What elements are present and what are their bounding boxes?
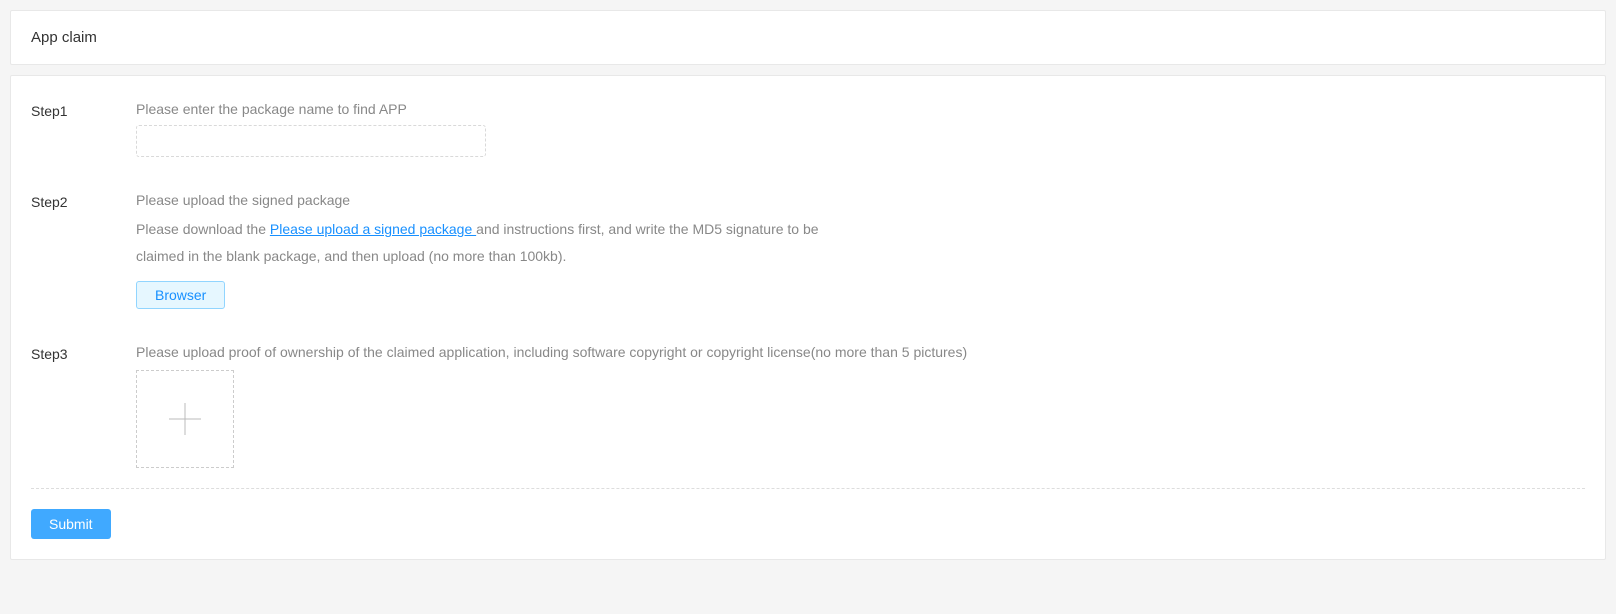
plus-icon [169,403,201,435]
page-title: App claim [31,29,1585,46]
step3-instruction: Please upload proof of ownership of the … [136,344,1585,360]
step2-instruction: Please upload the signed package [136,192,1585,208]
page-header-panel: App claim [10,10,1606,65]
upload-image-box[interactable] [136,370,234,468]
package-name-input[interactable] [136,125,486,157]
step3-label: Step3 [31,344,136,468]
step2-label: Step2 [31,192,136,309]
step3-row: Step3 Please upload proof of ownership o… [31,344,1585,468]
form-panel: Step1 Please enter the package name to f… [10,75,1606,560]
submit-button[interactable]: Submit [31,509,111,539]
step1-label: Step1 [31,101,136,157]
step1-instruction: Please enter the package name to find AP… [136,101,1585,117]
step1-row: Step1 Please enter the package name to f… [31,101,1585,157]
step2-desc-prefix: Please download the [136,221,270,237]
divider [31,488,1585,489]
step2-row: Step2 Please upload the signed package P… [31,192,1585,309]
signed-package-download-link[interactable]: Please upload a signed package [270,221,476,237]
step2-description: Please download the Please upload a sign… [136,216,826,269]
browser-button[interactable]: Browser [136,281,225,309]
